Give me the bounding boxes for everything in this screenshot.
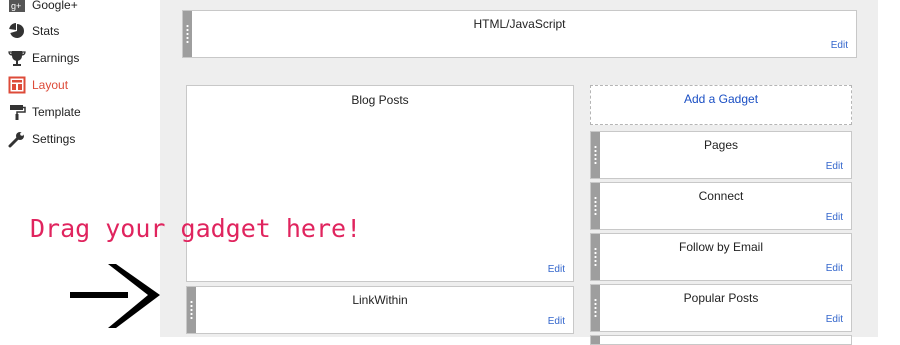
nav-label: Settings <box>32 132 76 146</box>
edit-link[interactable]: Edit <box>548 316 565 327</box>
trophy-icon <box>8 49 26 67</box>
edit-link[interactable]: Edit <box>826 161 843 172</box>
add-gadget-link[interactable]: Add a Gadget <box>684 92 758 106</box>
add-gadget-box[interactable]: Add a Gadget <box>590 85 852 125</box>
nav-item-google-plus[interactable]: g+ Google+ <box>8 0 78 15</box>
svg-text:g+: g+ <box>11 1 21 11</box>
nav-label: Earnings <box>32 51 80 65</box>
gadget-title: Follow by Email <box>678 240 764 254</box>
nav-item-earnings[interactable]: Earnings <box>8 48 79 68</box>
pie-chart-icon <box>8 22 26 40</box>
drag-annotation-text: Drag your gadget here! <box>30 214 362 243</box>
gadget-title: LinkWithin <box>352 293 408 307</box>
gadget-html-javascript[interactable]: HTML/JavaScript Edit <box>182 10 857 58</box>
gadget-title: Popular Posts <box>683 291 759 305</box>
nav-label: Layout <box>32 78 69 92</box>
gadget-pages[interactable]: Pages Edit <box>590 131 852 179</box>
gadget-connect[interactable]: Connect Edit <box>590 182 852 230</box>
gadget-title: Blog Posts <box>351 93 409 107</box>
nav-label: Template <box>32 105 81 119</box>
nav-item-stats[interactable]: Stats <box>8 21 59 41</box>
layout-icon <box>8 76 26 94</box>
gadget-popular-posts[interactable]: Popular Posts Edit <box>590 284 852 332</box>
wrench-icon <box>8 130 26 148</box>
gadget-title: Connect <box>698 189 744 203</box>
edit-link[interactable]: Edit <box>831 40 848 51</box>
gadget-follow-by-email[interactable]: Follow by Email Edit <box>590 233 852 281</box>
edit-link[interactable]: Edit <box>826 263 843 274</box>
nav-item-template[interactable]: Template <box>8 102 81 122</box>
edit-link[interactable]: Edit <box>826 314 843 325</box>
paint-roller-icon <box>8 103 26 121</box>
nav-item-layout[interactable]: Layout <box>8 75 68 95</box>
edit-link[interactable]: Edit <box>548 264 565 275</box>
gadget-linkwithin[interactable]: LinkWithin Edit <box>186 286 574 334</box>
edit-link[interactable]: Edit <box>826 212 843 223</box>
gadget-blog-posts: Blog Posts Edit <box>186 85 574 282</box>
right-arrow-icon <box>68 262 168 337</box>
nav-item-settings[interactable]: Settings <box>8 129 75 149</box>
google-plus-icon: g+ <box>8 0 26 14</box>
right-margin <box>878 0 900 337</box>
gadget-title: HTML/JavaScript <box>473 17 566 31</box>
gadget-title: Pages <box>703 138 739 152</box>
nav-label: Google+ <box>32 0 78 12</box>
drag-handle <box>591 336 600 344</box>
nav-label: Stats <box>32 24 60 38</box>
